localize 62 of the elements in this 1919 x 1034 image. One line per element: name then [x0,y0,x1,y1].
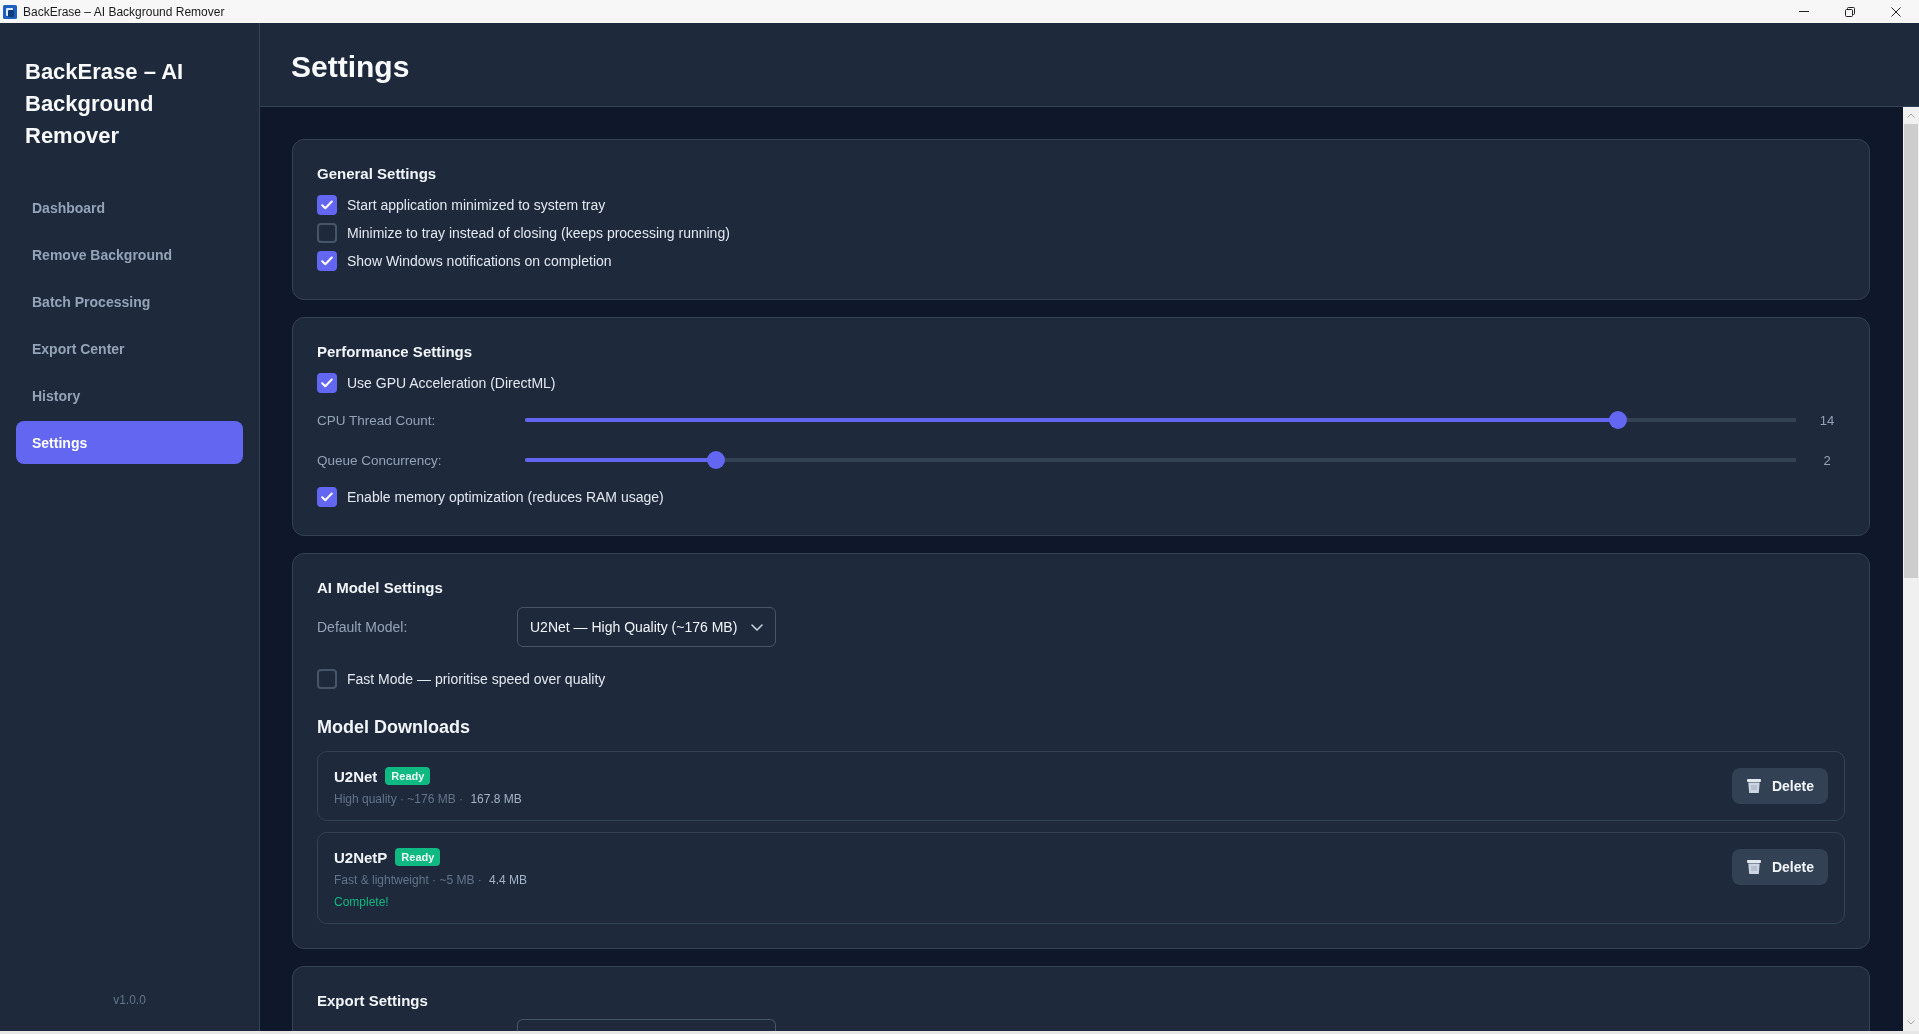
model-dropdown[interactable]: U2Net — High Quality (~176 MB) [517,607,776,647]
scrollbar-thumb[interactable] [1904,124,1918,578]
checkmark-icon [321,256,333,266]
nav-item[interactable]: Export Center [16,327,243,370]
model-name: U2NetP [334,848,388,866]
section-title: General Settings [317,164,437,184]
checkbox[interactable] [317,195,337,215]
model-size: 4.4 MB [489,873,528,887]
minimize-icon [1799,11,1809,12]
nav-item[interactable]: Remove Background [16,233,243,276]
window-title: BackErase – AI Background Remover [23,4,225,19]
checkbox-label: Enable memory optimization (reduces RAM usage) [347,489,664,505]
restore-icon [1845,6,1855,17]
checkbox[interactable] [317,373,337,393]
checkbox-label: Fast Mode — prioritise speed over quality [347,671,606,687]
slider-label: Queue Concurrency: [317,453,442,468]
slider-value: 14 [1819,412,1835,428]
delete-button[interactable]: Delete [1731,849,1828,885]
section-title: Export Settings [317,991,428,1011]
slider-label: CPU Thread Count: [317,413,436,428]
checkbox-label: Show Windows notifications on completion [347,253,612,269]
model-name: U2Net [334,767,378,785]
nav-item[interactable]: History [16,374,243,417]
slider-thumb[interactable] [706,451,725,469]
dropdown-field[interactable] [517,1019,776,1031]
checkbox-label: Start application minimized to system tray [347,197,606,213]
chevron-down-icon[interactable] [1907,1020,1915,1025]
trash-icon [1745,778,1762,794]
version-label: v1.0.0 [113,992,146,1008]
nav-item[interactable]: Settings [16,421,243,464]
status-badge: Ready [395,848,441,866]
delete-button[interactable]: Delete [1731,768,1828,804]
checkmark-icon [321,378,333,388]
nav-item[interactable]: Dashboard [16,186,243,229]
checkmark-icon [321,200,333,210]
checkbox[interactable] [317,223,337,243]
close-icon [1891,6,1901,17]
checkmark-icon [321,492,333,502]
chevron-down-icon [751,623,763,631]
slider-value: 2 [1823,452,1831,468]
nav-item[interactable]: Batch Processing [16,280,243,323]
scrollbar[interactable] [1903,107,1919,1031]
checkbox[interactable] [317,669,337,689]
chevron-up-icon[interactable] [1907,113,1915,118]
status-badge: Ready [385,767,431,785]
app-name: BackErase – AI Background Remover [25,58,185,150]
trash-icon [1745,859,1762,875]
model-info: Fast & lightweight · ~5 MB · [334,873,482,887]
field-label: Default Model: [317,619,408,635]
slider-thumb[interactable] [1609,411,1628,429]
model-info: High quality · ~176 MB · [334,792,464,806]
section-title: Performance Settings [317,342,473,362]
app-icon [3,4,17,19]
page-title: Settings [291,48,410,85]
section-title: AI Model Settings [317,578,443,598]
checkbox[interactable] [317,251,337,271]
status-message: Complete! [334,894,389,910]
checkbox-label: Minimize to tray instead of closing (keeps processing running) [347,225,730,241]
checkbox[interactable] [317,487,337,507]
checkbox-label: Use GPU Acceleration (DirectML) [347,375,556,391]
subsection-title: Model Downloads [317,716,470,739]
model-size: 167.8 MB [470,792,522,806]
